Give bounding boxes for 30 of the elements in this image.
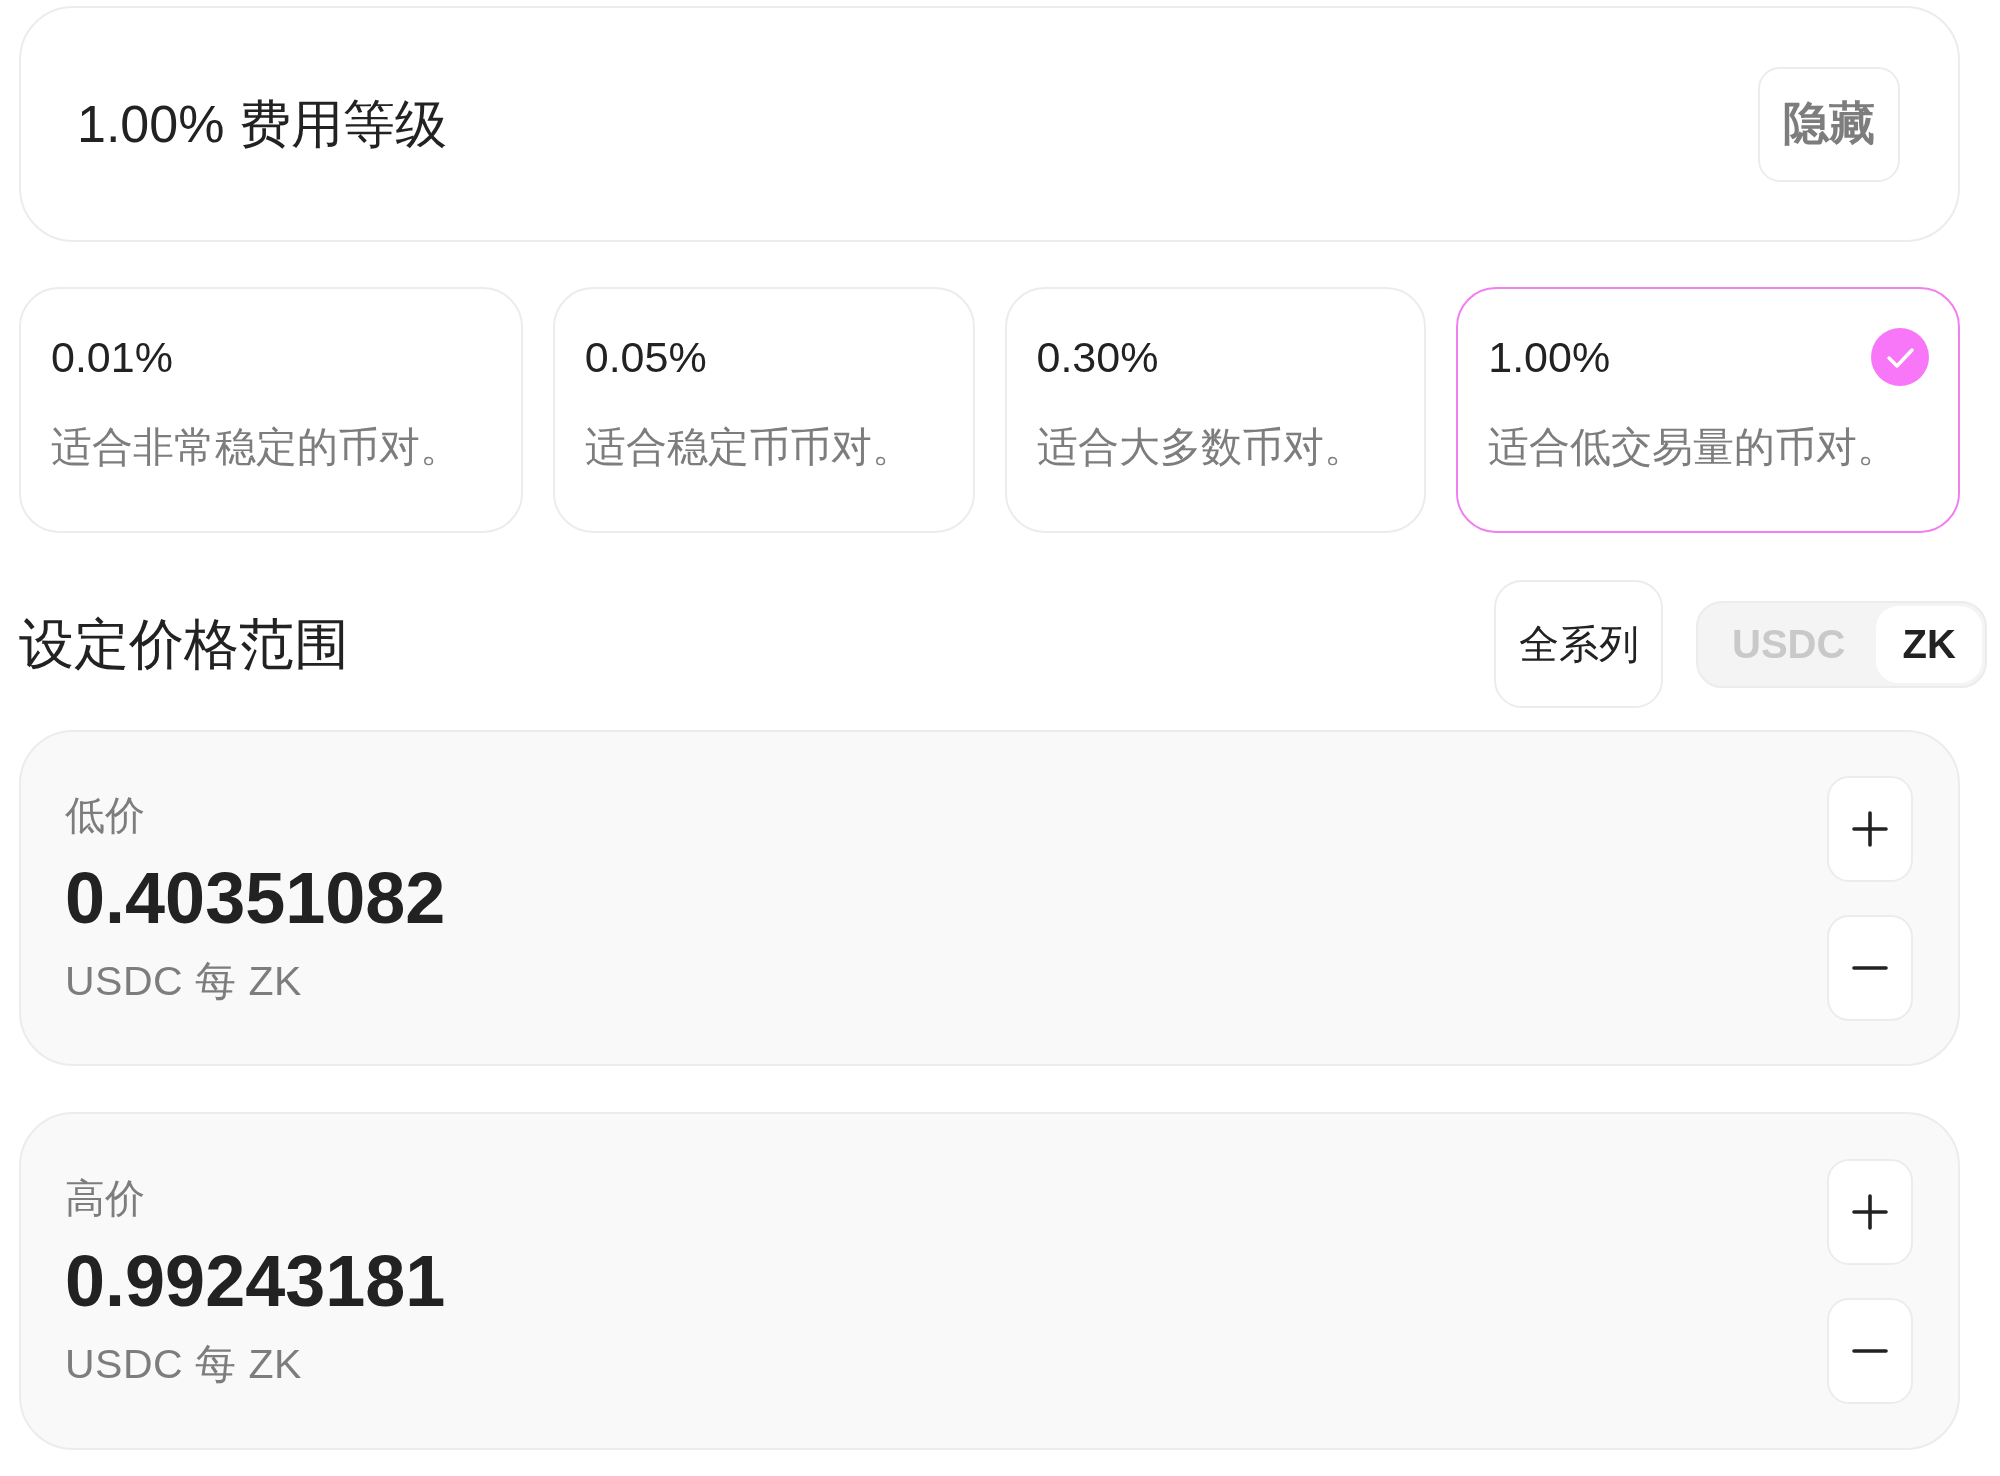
fee-description: 适合大多数币对。: [1036, 423, 1366, 472]
increase-button[interactable]: [1827, 1158, 1913, 1265]
fee-description: 适合稳定币币对。: [584, 423, 914, 472]
check-icon: [1871, 328, 1929, 386]
hide-button[interactable]: 隐藏: [1758, 66, 1900, 182]
fee-description: 适合非常稳定的币对。: [51, 423, 462, 472]
increase-button[interactable]: [1827, 775, 1913, 882]
plus-icon: [1852, 810, 1888, 847]
price-input[interactable]: 0.40351082: [65, 856, 448, 940]
fee-rate: 1.00%: [1488, 332, 1611, 382]
price-label: 高价: [65, 1175, 145, 1222]
fee-tier-card[interactable]: 0.05% 适合稳定币币对。: [552, 287, 975, 533]
fee-rate: 0.05%: [584, 332, 707, 382]
price-unit: USDC 每 ZK: [65, 1340, 302, 1389]
fee-description: 适合低交易量的币对。: [1488, 423, 1900, 472]
plus-icon: [1852, 1193, 1888, 1230]
fee-rate: 0.01%: [51, 332, 173, 382]
fee-tier-card[interactable]: 0.01% 适合非常稳定的币对。: [19, 287, 523, 533]
full-range-button[interactable]: 全系列: [1494, 580, 1663, 708]
fee-rate: 0.30%: [1036, 332, 1159, 382]
price-unit: USDC 每 ZK: [65, 957, 302, 1006]
fee-tier-card[interactable]: 0.30% 适合大多数币对。: [1004, 287, 1427, 533]
price-input[interactable]: 0.99243181: [65, 1239, 448, 1323]
section-title: 设定价格范围: [19, 612, 349, 676]
fee-tier-title: 1.00% 费用等级: [77, 94, 447, 155]
minus-icon: [1852, 1348, 1888, 1353]
price-label: 低价: [65, 792, 145, 839]
minus-icon: [1852, 965, 1888, 970]
token-option[interactable]: ZK: [1876, 605, 1982, 683]
fee-tier-card[interactable]: 1.00% 适合低交易量的币对。: [1456, 287, 1960, 533]
